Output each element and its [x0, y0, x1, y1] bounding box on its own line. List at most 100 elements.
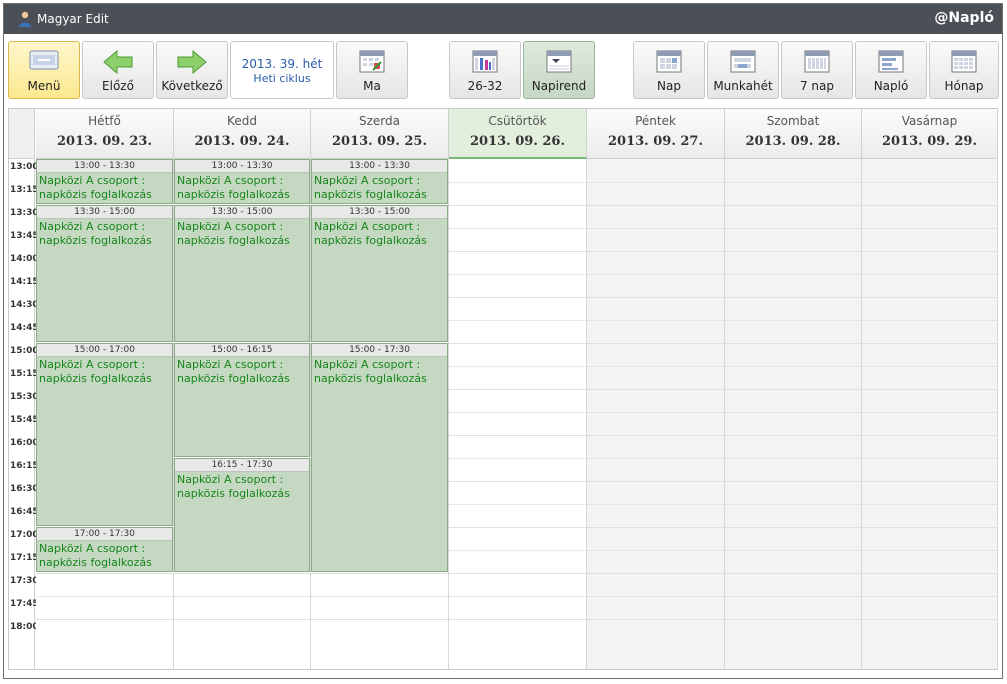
calendar-event[interactable]: 13:00 - 13:30 Napközi A csoport : napközi… — [36, 159, 173, 204]
slot-line — [725, 550, 861, 551]
event-time: 13:30 - 15:00 — [312, 206, 447, 219]
slot-line — [449, 550, 586, 551]
slot-line — [862, 228, 997, 229]
day-name: Szerda — [359, 114, 400, 128]
slot-line — [862, 412, 997, 413]
day-header[interactable]: Kedd 2013. 09. 24. — [174, 109, 311, 159]
slot-line — [725, 596, 861, 597]
slot-line — [725, 504, 861, 505]
today-label: Ma — [363, 79, 381, 93]
time-label: 14:00 — [10, 254, 39, 264]
slot-line — [587, 343, 724, 344]
time-label: 13:45 — [10, 231, 39, 241]
calendar-event[interactable]: 15:00 - 17:30 Napközi A csoport : napközi… — [311, 343, 448, 572]
slot-line — [449, 274, 586, 275]
slot-line — [449, 228, 586, 229]
slot-line — [174, 619, 310, 620]
slot-line — [449, 366, 586, 367]
event-title: Napközi A csoport : napközis foglalkozás — [177, 220, 290, 247]
slot-line — [725, 228, 861, 229]
calendar-event[interactable]: 13:30 - 15:00 Napközi A csoport : napközi… — [36, 205, 173, 342]
calendar-event[interactable]: 17:00 - 17:30 Napközi A csoport : napközi… — [36, 527, 173, 572]
slot-line — [862, 389, 997, 390]
slot-line — [36, 619, 173, 620]
day-header[interactable]: Csütörtök 2013. 09. 26. — [449, 109, 587, 159]
month-view-label: Hónap — [944, 79, 984, 93]
slot-line — [862, 596, 997, 597]
day-column[interactable]: 13:00 - 13:30 Napközi A csoport : napközi… — [311, 159, 449, 669]
day-date: 2013. 09. 26. — [470, 134, 565, 149]
slot-line — [862, 182, 997, 183]
day-header[interactable]: Hétfő 2013. 09. 23. — [36, 109, 174, 159]
slot-line — [449, 343, 586, 344]
time-label: 17:45 — [10, 599, 39, 609]
calendar-range-icon — [472, 50, 498, 73]
calendar-event[interactable]: 15:00 - 17:00 Napközi A csoport : napközi… — [36, 343, 173, 526]
slot-line — [449, 320, 586, 321]
title-bar: Magyar Edit @Napló — [4, 4, 1002, 34]
day-column[interactable]: 13:00 - 13:30 Napközi A csoport : napközi… — [36, 159, 174, 669]
time-label: 13:30 — [10, 208, 39, 218]
month-view-button[interactable]: Hónap — [929, 41, 999, 99]
day-header[interactable]: Szerda 2013. 09. 25. — [311, 109, 449, 159]
slot-line — [862, 435, 997, 436]
app-title: Magyar Edit — [37, 12, 109, 26]
day-date: 2013. 09. 28. — [745, 134, 841, 149]
day-column[interactable] — [862, 159, 998, 669]
day-column[interactable]: 13:00 - 13:30 Napközi A csoport : napközi… — [174, 159, 311, 669]
slot-line — [862, 504, 997, 505]
day-column[interactable] — [725, 159, 862, 669]
day-column[interactable] — [587, 159, 725, 669]
day-date: 2013. 09. 25. — [332, 134, 427, 149]
slot-line — [725, 182, 861, 183]
journal-icon — [878, 50, 904, 73]
calendar-event[interactable]: 13:30 - 15:00 Napközi A csoport : napközi… — [174, 205, 310, 342]
menu-button[interactable]: Menü — [8, 41, 80, 99]
event-title: Napközi A csoport : napközis foglalkozás — [177, 174, 290, 201]
slot-line — [725, 619, 861, 620]
slot-line — [587, 527, 724, 528]
next-button[interactable]: Következő — [156, 41, 228, 99]
seven-days-view-button[interactable]: 7 nap — [781, 41, 853, 99]
event-time: 13:30 - 15:00 — [37, 206, 172, 219]
slot-line — [862, 458, 997, 459]
slot-line — [725, 297, 861, 298]
previous-label: Előző — [102, 79, 134, 93]
schedule-button[interactable]: Napirend — [523, 41, 595, 99]
day-view-button[interactable]: Nap — [633, 41, 705, 99]
day-header[interactable]: Vasárnap 2013. 09. 29. — [862, 109, 998, 159]
calendar-event[interactable]: 13:00 - 13:30 Napközi A csoport : napközi… — [174, 159, 310, 204]
slot-line — [449, 251, 586, 252]
calendar-corner — [9, 109, 35, 159]
day-column[interactable] — [449, 159, 587, 669]
day-date: 2013. 09. 24. — [194, 134, 290, 149]
day-header[interactable]: Szombat 2013. 09. 28. — [725, 109, 862, 159]
event-title: Napközi A csoport : napközis foglalkozás — [39, 220, 152, 247]
slot-line — [862, 251, 997, 252]
day-header[interactable]: Péntek 2013. 09. 27. — [587, 109, 725, 159]
calendar-week-icon — [804, 50, 830, 73]
time-label: 18:00 — [10, 622, 39, 632]
slot-line — [725, 573, 861, 574]
calendar-event[interactable]: 15:00 - 16:15 Napközi A csoport : napközi… — [174, 343, 310, 457]
slot-line — [449, 619, 586, 620]
event-title: Napközi A csoport : napközis foglalkozás — [39, 174, 152, 201]
calendar-event[interactable]: 13:30 - 15:00 Napközi A csoport : napközi… — [311, 205, 448, 342]
previous-button[interactable]: Előző — [82, 41, 154, 99]
slot-line — [449, 573, 586, 574]
event-time: 15:00 - 17:00 — [37, 344, 172, 357]
arrow-right-icon — [177, 49, 207, 75]
range-button[interactable]: 26-32 — [449, 41, 521, 99]
slot-line — [725, 527, 861, 528]
slot-line — [587, 182, 724, 183]
workweek-view-button[interactable]: Munkahét — [707, 41, 779, 99]
calendar-event[interactable]: 16:15 - 17:30 Napközi A csoport : napközi… — [174, 458, 310, 572]
calendar-event[interactable]: 13:00 - 13:30 Napközi A csoport : napközi… — [311, 159, 448, 204]
journal-view-button[interactable]: Napló — [855, 41, 927, 99]
slot-line — [587, 389, 724, 390]
slot-line — [862, 205, 997, 206]
week-number: 2013. 39. hét — [241, 57, 323, 71]
week-indicator[interactable]: 2013. 39. hét Heti ciklus — [230, 41, 334, 99]
event-title: Napközi A csoport : napközis foglalkozás — [177, 358, 290, 385]
today-button[interactable]: Ma — [336, 41, 408, 99]
